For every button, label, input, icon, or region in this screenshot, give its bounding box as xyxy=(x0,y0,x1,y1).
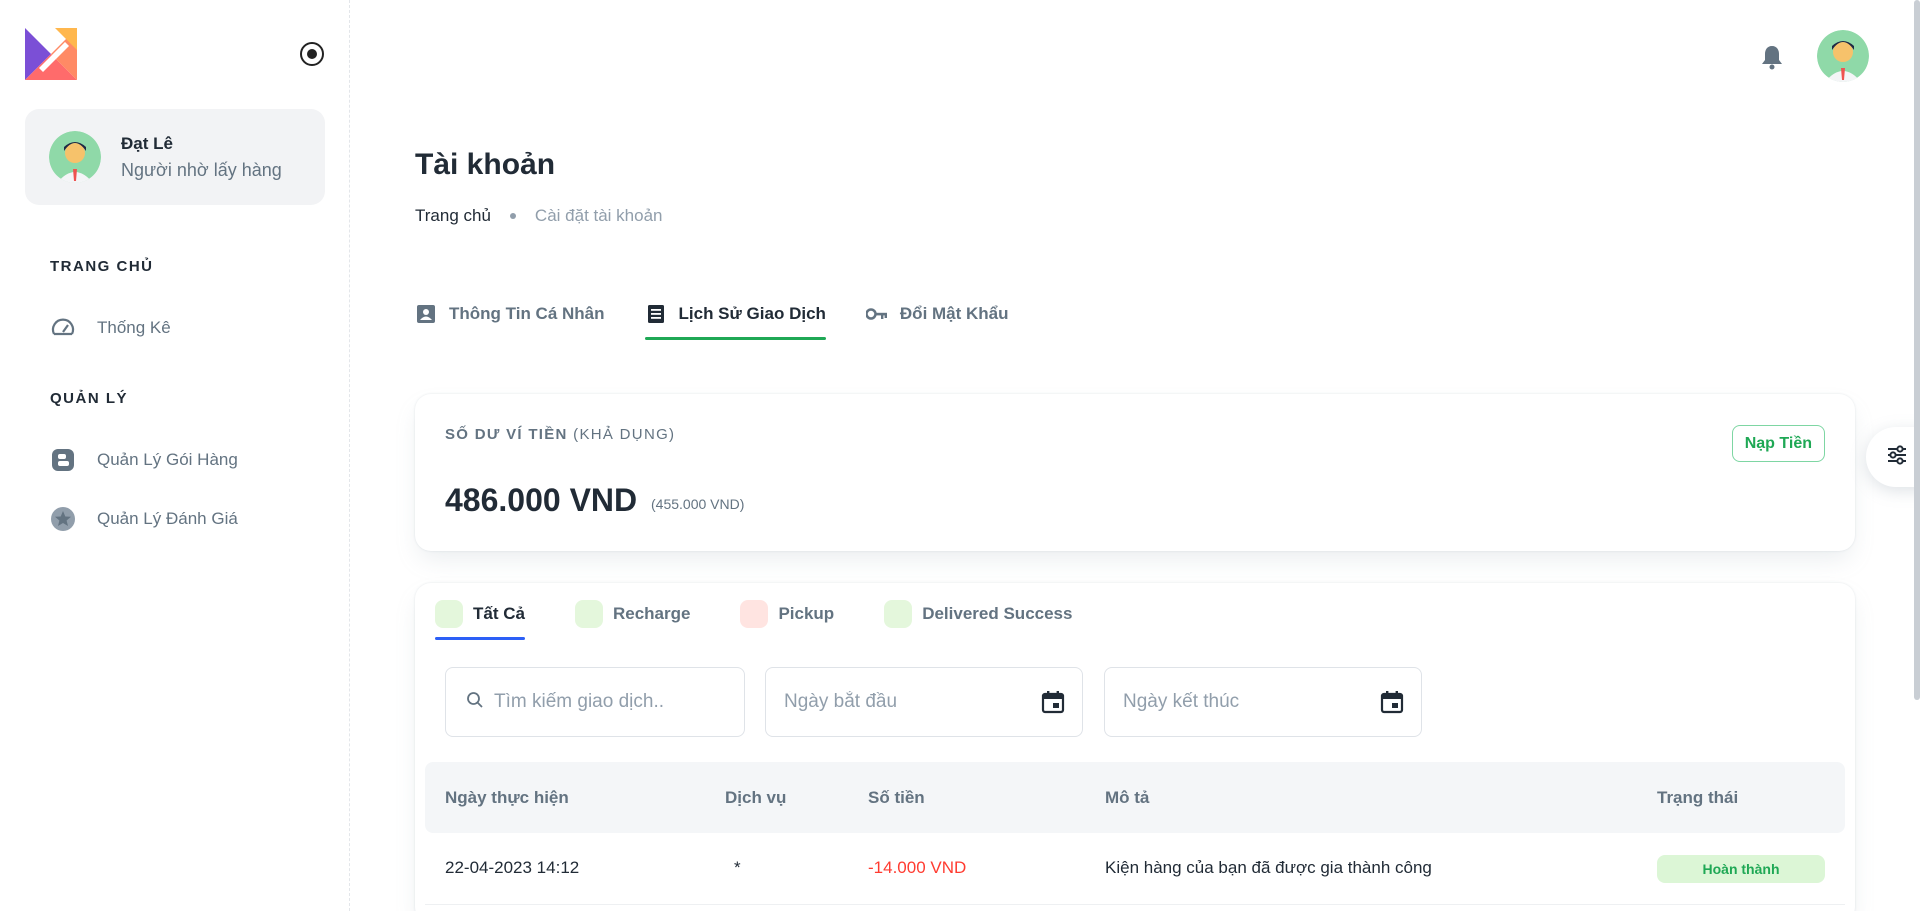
app-logo[interactable] xyxy=(25,28,77,80)
filter-tab-label: Recharge xyxy=(612,604,691,623)
package-icon xyxy=(50,447,76,473)
calendar-icon[interactable] xyxy=(1379,689,1405,715)
dashboard-icon xyxy=(50,315,76,341)
page-title: Tài khoản xyxy=(415,148,556,181)
column-header-service[interactable]: Dịch vụ xyxy=(725,788,786,808)
section-title-manage: QUẢN LÝ xyxy=(50,390,128,407)
filter-tab-all[interactable]: Tất Cả xyxy=(435,598,525,640)
table-header: Ngày thực hiện Dịch vụ Số tiền Mô tả Trạ… xyxy=(425,762,1845,833)
end-date-picker xyxy=(1104,667,1422,737)
end-date-input[interactable] xyxy=(1123,691,1379,713)
filter-tab-delivered-success[interactable]: Delivered Success xyxy=(884,598,1072,630)
breadcrumb: Trang chủ Cài đặt tài khoản xyxy=(415,206,663,226)
nav-item-packages[interactable]: Quản Lý Gói Hàng xyxy=(50,447,238,473)
status-badge: Hoàn thành xyxy=(1657,855,1825,883)
tab-personal-info[interactable]: Thông Tin Cá Nhân xyxy=(415,296,605,332)
topup-button[interactable]: Nạp Tiền xyxy=(1731,425,1825,462)
user-name: Đạt Lê xyxy=(121,133,173,153)
column-header-description[interactable]: Mô tả xyxy=(1105,788,1149,808)
filter-tab-label: Pickup xyxy=(778,604,835,623)
wallet-balance-card: SỐ DƯ VÍ TIỀN (KHẢ DỤNG) 486.000 VND (45… xyxy=(415,394,1855,551)
sliders-icon xyxy=(1886,444,1908,471)
sidebar-collapse-toggle[interactable] xyxy=(300,42,324,66)
transaction-search xyxy=(445,667,745,737)
id-card-icon xyxy=(415,303,437,325)
filter-chip xyxy=(435,600,463,628)
nav-item-reviews[interactable]: Quản Lý Đánh Giá xyxy=(50,506,238,532)
search-input[interactable] xyxy=(494,691,744,713)
filter-tab-recharge[interactable]: Recharge xyxy=(574,598,691,630)
cell-date: 22-04-2023 14:12 xyxy=(445,858,580,877)
tab-label: Đổi Mật Khẩu xyxy=(899,304,1009,323)
breadcrumb-current: Cài đặt tài khoản xyxy=(534,206,663,225)
filter-tab-pickup[interactable]: Pickup xyxy=(740,598,834,630)
filter-tab-label: Tất Cả xyxy=(473,604,525,623)
cell-description: Kiện hàng của bạn đã được gia thành công xyxy=(1105,858,1432,877)
cell-service: * xyxy=(734,858,741,877)
avatar xyxy=(49,131,101,183)
transactions-card: Tất Cả Recharge Pickup Delivered Success xyxy=(415,583,1855,911)
nav-item-label: Quản Lý Gói Hàng xyxy=(97,450,238,469)
account-avatar[interactable] xyxy=(1817,30,1869,82)
tab-label: Lịch Sử Giao Dịch xyxy=(678,304,826,323)
tab-label: Thông Tin Cá Nhân xyxy=(449,304,605,323)
column-header-status[interactable]: Trạng thái xyxy=(1657,788,1738,808)
star-icon xyxy=(50,506,76,532)
page-scrollbar[interactable] xyxy=(1914,0,1920,700)
filter-chip xyxy=(740,600,769,628)
nav-item-label: Quản Lý Đánh Giá xyxy=(97,509,238,528)
wallet-label-text: SỐ DƯ VÍ TIỀN xyxy=(445,426,568,443)
start-date-picker xyxy=(765,667,1083,737)
transaction-filter-tabs: Tất Cả Recharge Pickup Delivered Success xyxy=(435,598,1122,646)
calendar-icon[interactable] xyxy=(1040,689,1066,715)
filter-tab-label: Delivered Success xyxy=(922,604,1073,623)
wallet-label: SỐ DƯ VÍ TIỀN (KHẢ DỤNG) xyxy=(445,426,675,443)
user-role: Người nhờ lấy hàng xyxy=(121,159,282,180)
nav-item-label: Thống Kê xyxy=(97,318,171,337)
settings-drawer-toggle[interactable] xyxy=(1866,427,1920,487)
wallet-balance: 486.000 VND xyxy=(445,482,638,518)
tab-change-password[interactable]: Đổi Mật Khẩu xyxy=(865,296,1009,332)
start-date-input[interactable] xyxy=(784,691,1040,713)
tab-transaction-history[interactable]: Lịch Sử Giao Dịch xyxy=(644,296,827,340)
account-tabs: Thông Tin Cá Nhân Lịch Sử Giao Dịch Đổi … xyxy=(415,296,1049,346)
radio-dot-icon xyxy=(307,49,317,59)
column-header-amount[interactable]: Số tiền xyxy=(868,788,925,808)
breadcrumb-separator xyxy=(509,213,516,219)
sidebar: Đạt Lê Người nhờ lấy hàng TRANG CHỦ Thốn… xyxy=(0,0,350,911)
cell-amount: -14.000 VND xyxy=(868,858,967,877)
user-card[interactable]: Đạt Lê Người nhờ lấy hàng xyxy=(25,109,325,205)
filter-chip xyxy=(574,600,603,628)
nav-item-statistics[interactable]: Thống Kê xyxy=(50,315,171,341)
breadcrumb-home-link[interactable]: Trang chủ xyxy=(415,206,491,226)
receipt-icon xyxy=(645,303,667,325)
search-icon xyxy=(466,691,484,714)
key-icon xyxy=(865,303,888,325)
bell-icon[interactable] xyxy=(1760,44,1784,70)
wallet-label-sub: (KHẢ DỤNG) xyxy=(573,426,676,443)
column-header-date[interactable]: Ngày thực hiện xyxy=(445,788,569,808)
table-row[interactable]: 22-04-2023 14:12 * -14.000 VND Kiện hàng… xyxy=(425,833,1845,905)
wallet-available: (455.000 VND) xyxy=(651,496,745,512)
section-title-home: TRANG CHỦ xyxy=(50,258,154,275)
filter-chip xyxy=(884,600,913,628)
